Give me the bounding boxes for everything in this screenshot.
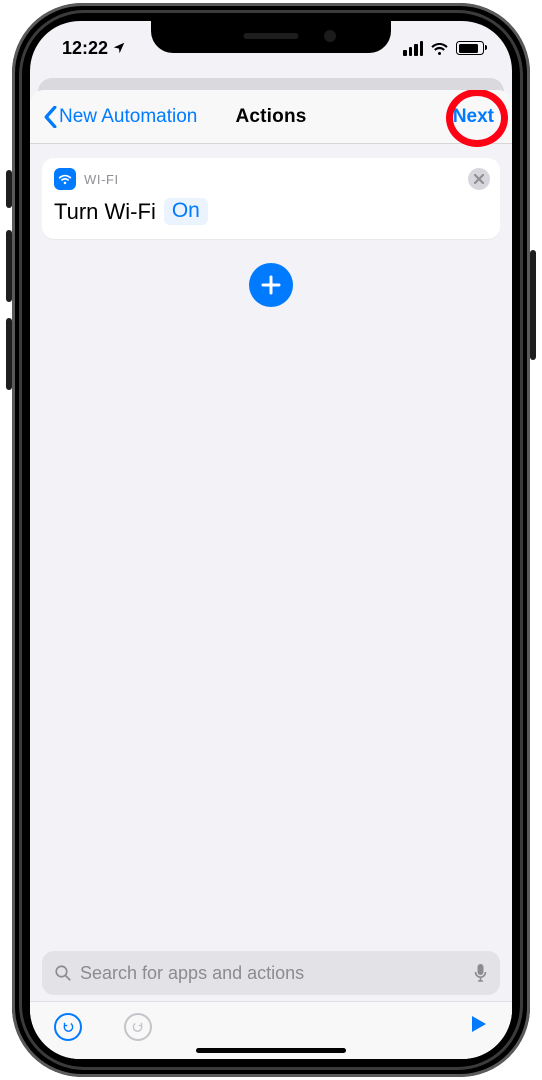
nav-next-button[interactable]: Next (449, 102, 498, 132)
main-sheet: New Automation Actions Next WI-FI (30, 90, 512, 1059)
search-icon (54, 964, 72, 982)
device-frame: 12:22 New Automation Actions Next (12, 3, 530, 1077)
device-notch (151, 21, 391, 53)
home-indicator[interactable] (196, 1048, 346, 1053)
nav-back-button[interactable]: New Automation (44, 106, 197, 128)
action-remove-button[interactable] (468, 168, 490, 190)
search-placeholder: Search for apps and actions (80, 963, 465, 984)
action-card[interactable]: WI-FI Turn Wi-Fi On (42, 158, 500, 239)
action-param[interactable]: On (164, 198, 208, 225)
status-time: 12:22 (62, 38, 108, 59)
battery-icon (456, 41, 484, 55)
location-icon (112, 41, 126, 55)
microphone-icon[interactable] (473, 963, 488, 983)
redo-button (124, 1013, 152, 1041)
wifi-badge-icon (54, 168, 76, 190)
close-icon (474, 174, 484, 184)
action-category-label: WI-FI (84, 172, 119, 187)
play-icon (468, 1014, 488, 1034)
nav-title: Actions (235, 106, 306, 128)
action-text: Turn Wi-Fi (54, 199, 156, 225)
plus-icon (260, 274, 282, 296)
navigation-bar: New Automation Actions Next (30, 90, 512, 144)
add-action-button[interactable] (249, 263, 293, 307)
redo-icon (131, 1020, 145, 1034)
undo-icon (61, 1020, 75, 1034)
undo-button[interactable] (54, 1013, 82, 1041)
chevron-left-icon (44, 106, 57, 128)
wifi-icon (430, 41, 449, 55)
search-bar[interactable]: Search for apps and actions (42, 951, 500, 995)
run-button[interactable] (468, 1014, 488, 1039)
cellular-icon (403, 41, 423, 56)
nav-back-label: New Automation (59, 106, 197, 128)
